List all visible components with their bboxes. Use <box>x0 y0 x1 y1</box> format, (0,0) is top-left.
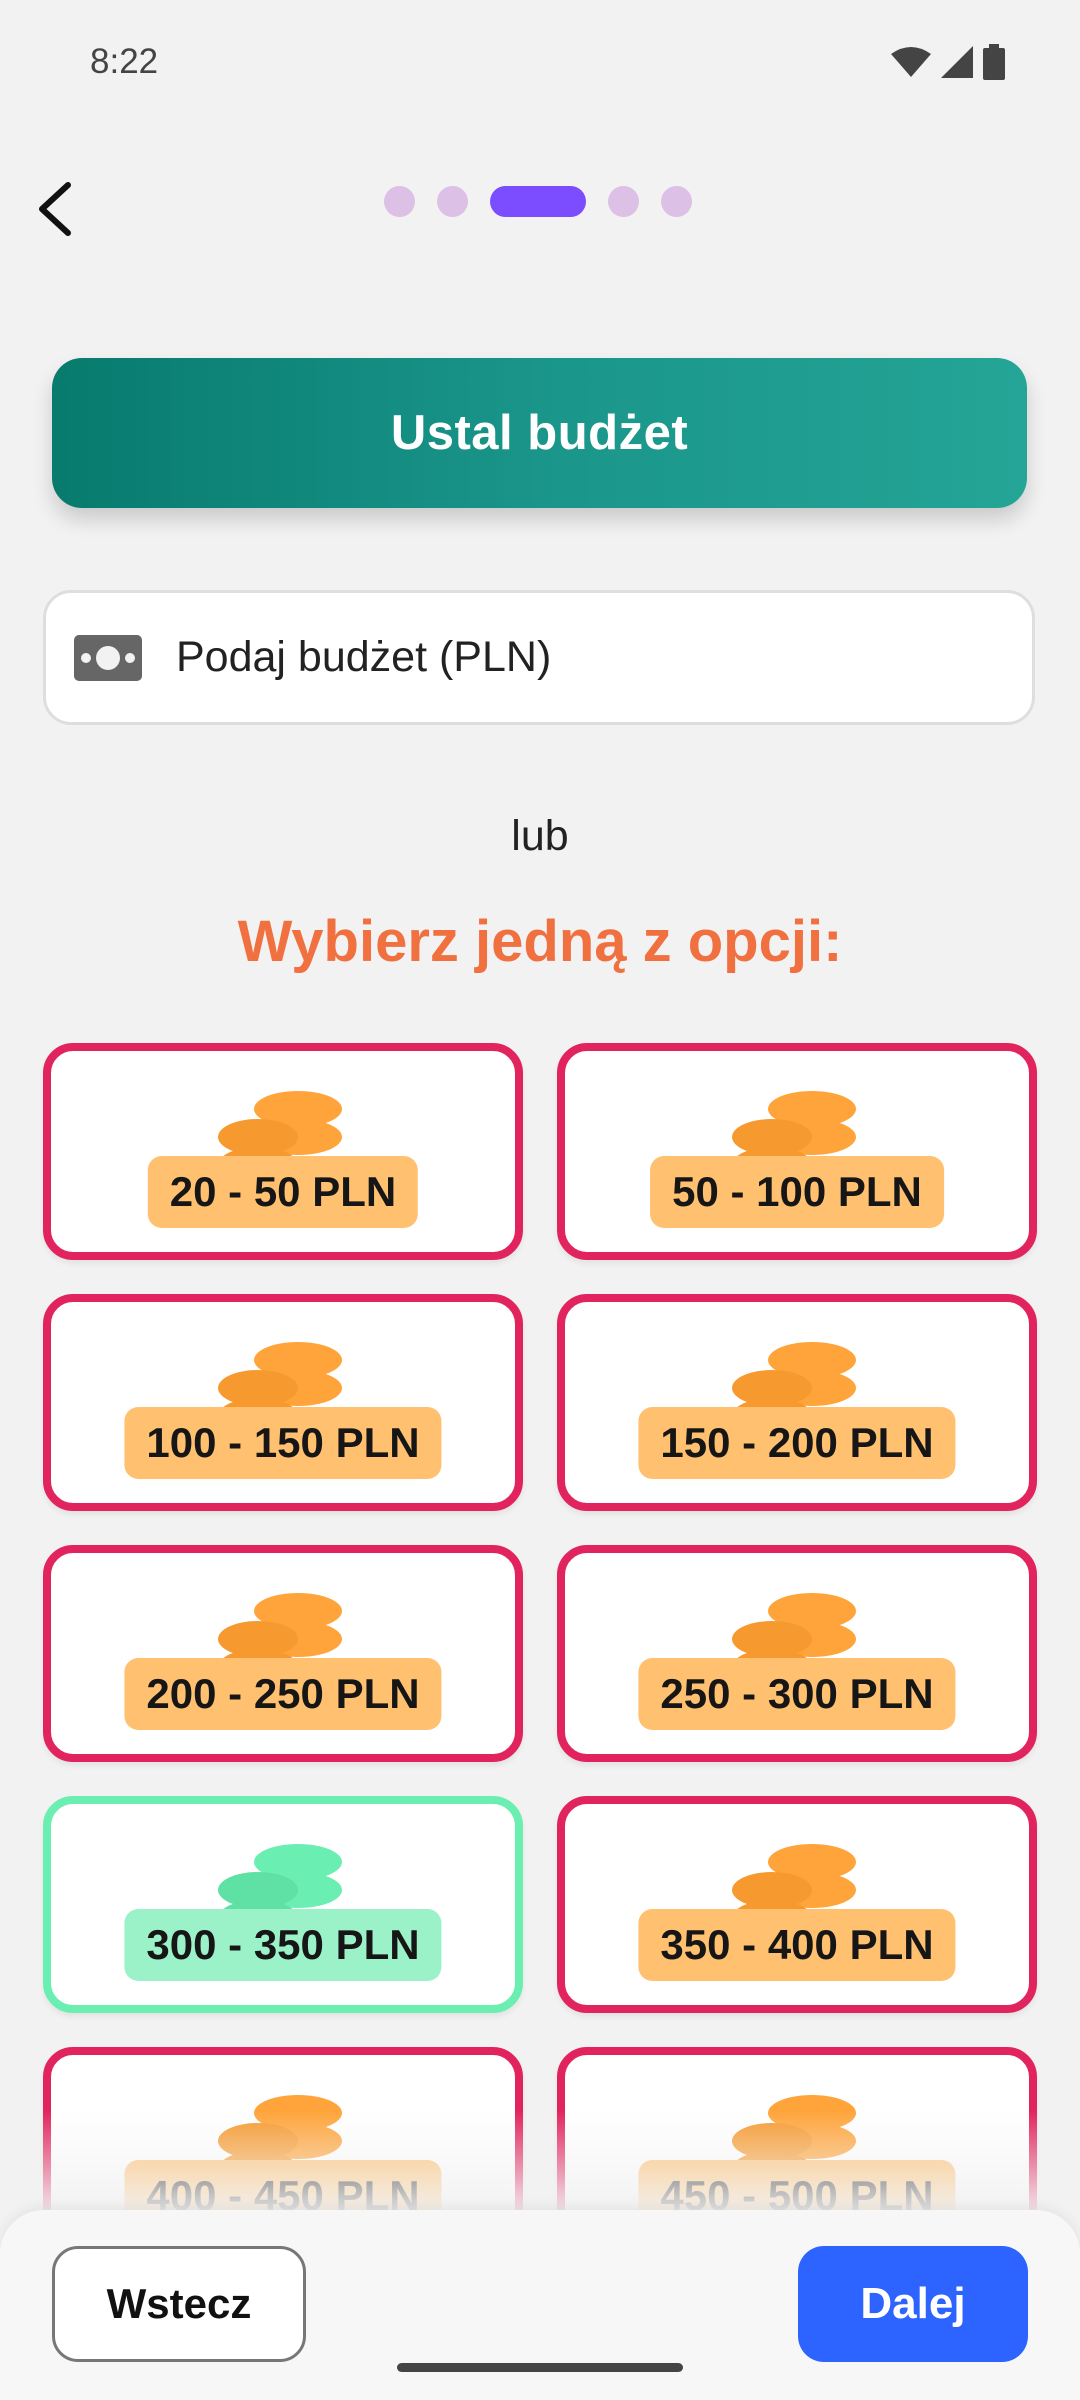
budget-option[interactable]: 200 - 250 PLN <box>43 1545 523 1762</box>
budget-option-label: 350 - 400 PLN <box>638 1909 956 1981</box>
progress-dot <box>661 186 692 217</box>
budget-option-label: 150 - 200 PLN <box>638 1407 956 1479</box>
budget-option-label: 250 - 300 PLN <box>638 1658 956 1730</box>
budget-option-selected[interactable]: 300 - 350 PLN <box>43 1796 523 2013</box>
status-time: 8:22 <box>90 42 159 81</box>
or-label: lub <box>511 812 569 860</box>
budget-option[interactable]: 20 - 50 PLN <box>43 1043 523 1260</box>
banknote-icon <box>74 634 142 681</box>
page-title: Ustal budżet <box>390 406 689 460</box>
budget-field[interactable] <box>43 590 1035 725</box>
budget-option-label: 200 - 250 PLN <box>124 1658 442 1730</box>
budget-option-label: 20 - 50 PLN <box>147 1156 419 1228</box>
budget-option-label: 50 - 100 PLN <box>650 1156 944 1228</box>
back-button[interactable]: Wstecz <box>52 2246 306 2362</box>
budget-option[interactable]: 250 - 300 PLN <box>557 1545 1037 1762</box>
battery-icon <box>983 44 1005 80</box>
cellular-signal-icon <box>941 46 973 78</box>
progress-dot <box>384 186 415 217</box>
status-bar: 8:22 <box>0 0 1080 130</box>
budget-input[interactable] <box>174 632 978 683</box>
budget-option-label: 300 - 350 PLN <box>124 1909 442 1981</box>
budget-option[interactable]: 50 - 100 PLN <box>557 1043 1037 1260</box>
budget-option[interactable]: 150 - 200 PLN <box>557 1294 1037 1511</box>
progress-dot <box>437 186 468 217</box>
wifi-icon <box>891 47 931 77</box>
status-icons <box>891 44 1005 80</box>
budget-option[interactable]: 350 - 400 PLN <box>557 1796 1037 2013</box>
step-progress <box>0 186 1078 217</box>
title-banner: Ustal budżet <box>52 358 1027 508</box>
choose-option-heading: Wybierz jedną z opcji: <box>237 909 843 974</box>
progress-dot-active <box>490 186 586 217</box>
next-button[interactable]: Dalej <box>798 2246 1028 2362</box>
budget-option-label: 100 - 150 PLN <box>124 1407 442 1479</box>
home-indicator[interactable] <box>397 2363 683 2372</box>
budget-option[interactable]: 100 - 150 PLN <box>43 1294 523 1511</box>
progress-dot <box>608 186 639 217</box>
